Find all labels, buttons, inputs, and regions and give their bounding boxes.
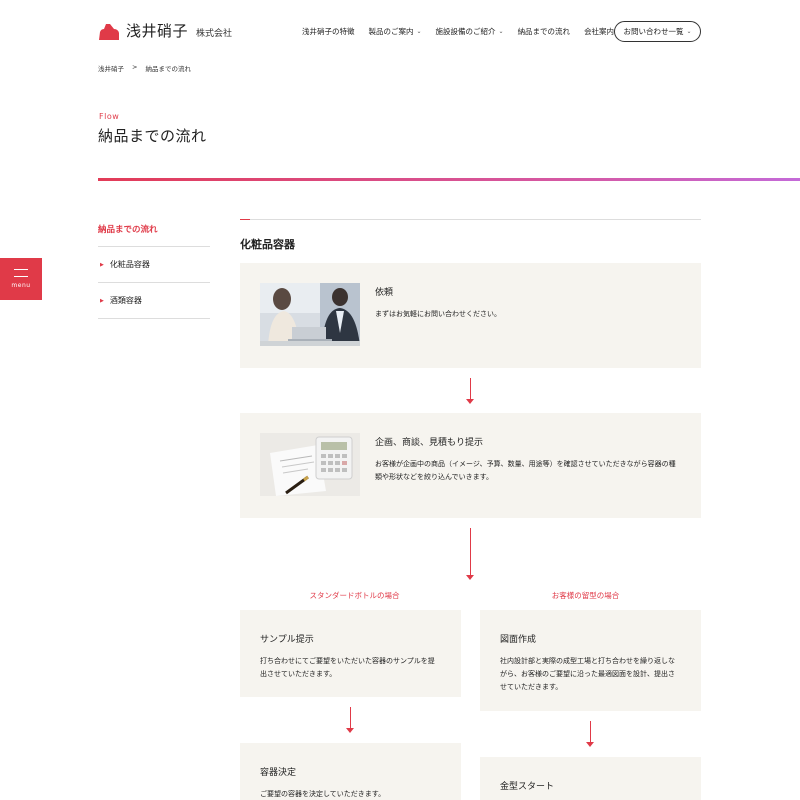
nav-item-label: 会社案内 [584,26,615,36]
flow-step-mold: 金型スタート [480,757,701,800]
flow-step-planning: 企画、商談、見積もり提示 お客様が企画中の商品（イメージ、予算、数量、用途等）を… [240,413,701,518]
menu-button[interactable]: menu [0,258,42,300]
chevron-down-icon: ⌄ [686,28,692,35]
flow-step-text: お客様が企画中の商品（イメージ、予算、数量、用途等）を確認させていただきながら容… [375,460,676,481]
flow-step-title: 企画、商談、見積もり提示 [375,438,484,448]
flow-step-text: 社内設計部と実際の成型工場と打ち合わせを繰り返しながら、お客様のご要望に沿った最… [500,657,675,691]
breadcrumb: 浅井硝子 > 納品までの流れ [98,63,191,73]
section-divider [240,219,701,220]
nav-item-products[interactable]: 製品のご案内 ⌄ [369,26,422,37]
chevron-down-icon: ⌄ [416,27,422,35]
flow-arrow-down-icon [586,721,594,747]
nav-item-flow[interactable]: 納品までの流れ [518,26,571,37]
sidebar-item-liquor[interactable]: ▶ 酒類容器 [98,283,210,319]
nav-item-company[interactable]: 会社案内 [584,26,614,37]
section-title: 化粧品容器 [240,238,295,251]
flow-step-body: 依頼 まずはお気軽にお問い合わせください。 [375,285,681,321]
flow-step-title: 依頼 [375,288,394,298]
nav-item-label: 浅井硝子の特徴 [302,26,355,36]
flow-step-request: 依頼 まずはお気軽にお問い合わせください。 [240,263,701,368]
flow-step-title: 金型スタート [500,782,555,792]
flow-arrow-down-icon [346,707,354,733]
sidebar: 納品までの流れ ▶ 化粧品容器 ▶ 酒類容器 [98,210,210,319]
flow-step-title: 容器決定 [260,768,297,778]
flow-step-text: ご要望の容器を決定していただきます。 [260,790,386,798]
sidebar-item-label: 化粧品容器 [109,260,150,269]
flow-step-text: 打ち合わせにてご要望をいただいた容器のサンプルを提出させていただきます。 [260,657,435,678]
logo-mark-icon [99,24,119,40]
breadcrumb-current: 納品までの流れ [145,65,191,73]
section-divider-accent [240,219,250,220]
triangle-right-icon: ▶ [100,297,104,304]
sidebar-heading[interactable]: 納品までの流れ [98,210,210,247]
logo-suffix: 株式会社 [196,29,233,39]
nav-item-label: 製品のご案内 [368,26,414,36]
breadcrumb-separator: > [132,63,138,71]
calculator-document-photo [260,433,360,496]
menu-label: menu [11,282,31,289]
page-title: 納品までの流れ [98,127,207,145]
business-meeting-photo [260,283,360,346]
site-logo[interactable]: 浅井硝子 株式会社 [98,20,232,41]
page-eyebrow: Flow [99,112,120,121]
chevron-down-icon: ⌄ [498,27,504,35]
sidebar-item-label: 酒類容器 [109,296,142,305]
flow-step-title: サンプル提示 [260,635,314,645]
flow-step-drawing: 図面作成 社内設計部と実際の成型工場と打ち合わせを繰り返しながら、お客様のご要望… [480,610,701,711]
contact-button[interactable]: お問い合わせ一覧 ⌄ [614,21,701,42]
flow-step-body: 企画、商談、見積もり提示 お客様が企画中の商品（イメージ、予算、数量、用途等）を… [375,435,681,484]
triangle-right-icon: ▶ [100,261,104,268]
flow-step-decision: 容器決定 ご要望の容器を決定していただきます。 [240,743,461,800]
global-nav: 浅井硝子の特徴 製品のご案内 ⌄ 施設設備のご紹介 ⌄ 納品までの流れ 会社案内 [302,20,614,42]
branch-label-custom: お客様の留型の場合 [551,591,620,600]
breadcrumb-home[interactable]: 浅井硝子 [98,63,124,73]
nav-item-label: 施設設備のご紹介 [435,26,496,36]
flow-arrow-down-icon [466,378,474,404]
nav-item-label: 納品までの流れ [517,26,571,36]
nav-item-facilities[interactable]: 施設設備のご紹介 ⌄ [436,26,504,37]
flow-step-title: 図面作成 [500,635,537,645]
title-divider [98,178,800,181]
contact-button-label: お問い合わせ一覧 [623,27,684,36]
flow-step-sample: サンプル提示 打ち合わせにてご要望をいただいた容器のサンプルを提出させていただき… [240,610,461,697]
logo-name: 浅井硝子 [126,22,189,40]
flow-arrow-down-icon [466,528,474,580]
hamburger-icon [14,269,28,277]
sidebar-item-cosmetics[interactable]: ▶ 化粧品容器 [98,247,210,283]
branch-label-standard: スタンダードボトルの場合 [309,591,400,600]
flow-step-text: まずはお気軽にお問い合わせください。 [375,310,501,318]
nav-item-features[interactable]: 浅井硝子の特徴 [302,26,355,37]
